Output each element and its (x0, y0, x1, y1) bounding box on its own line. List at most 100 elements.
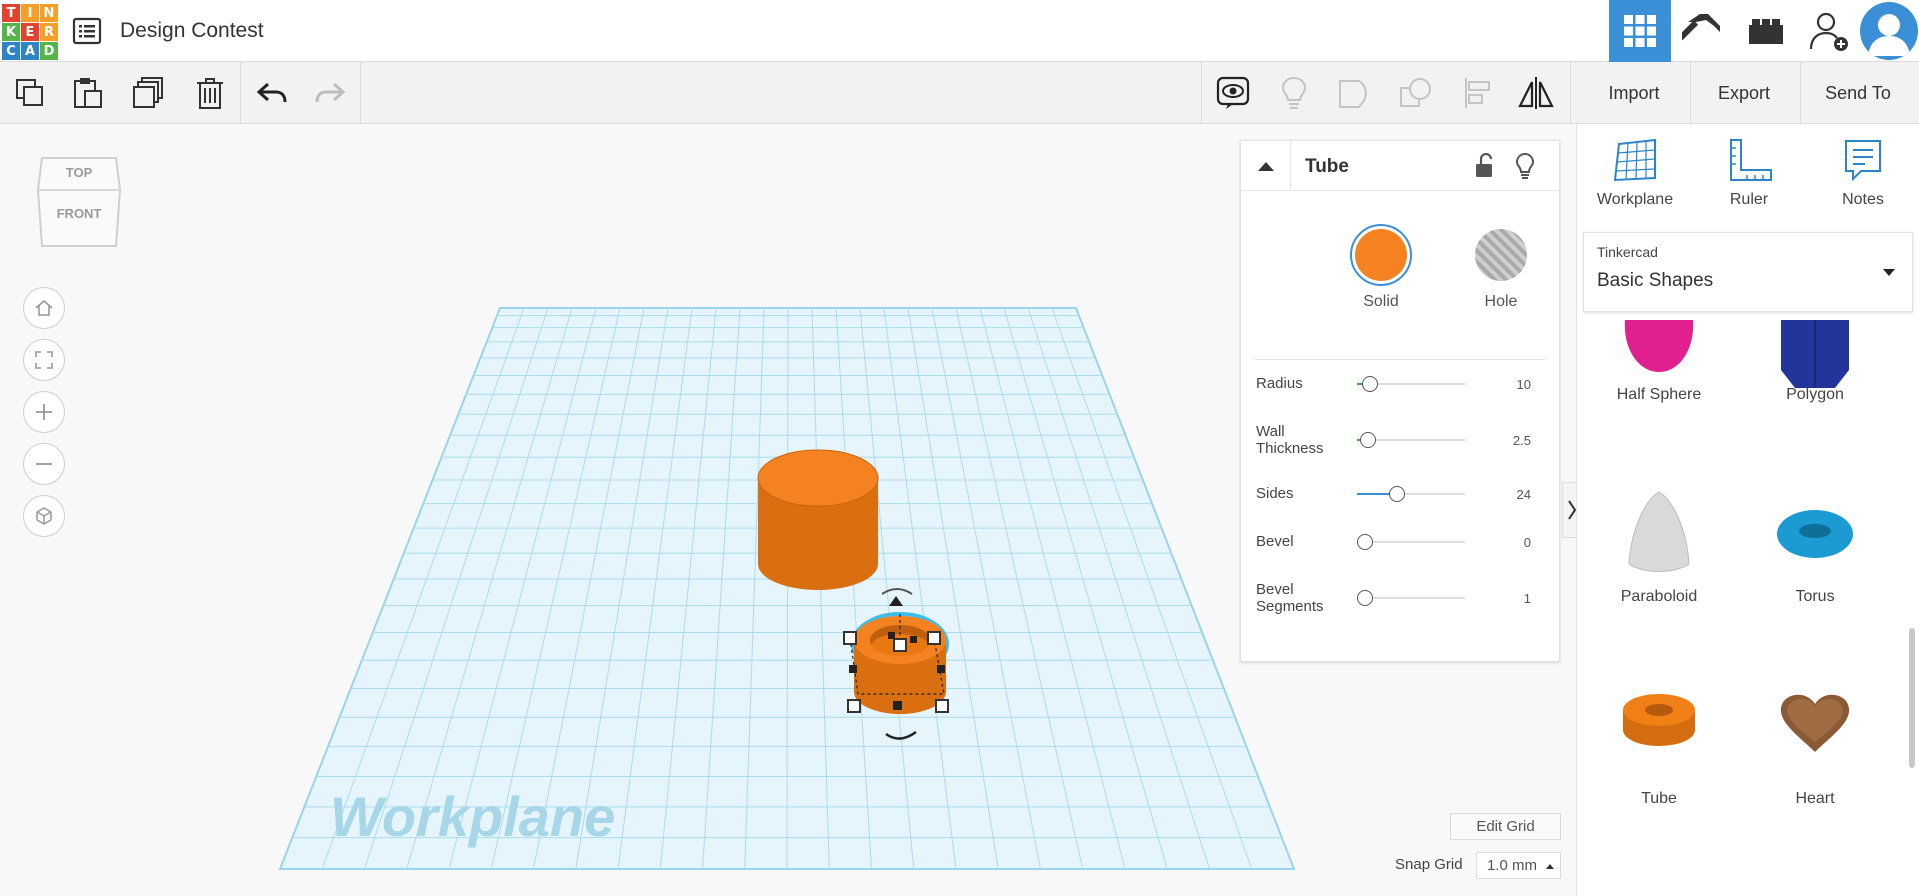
workplane-tool-label: Workplane (1596, 191, 1674, 208)
hole-label: Hole (1484, 293, 1518, 310)
view-cube[interactable]: TOP FRONT (34, 150, 124, 260)
copy-button[interactable] (10, 74, 50, 112)
shape-inspector: Tube Solid Hole Radius 10 Wall Thickness 2.… (1240, 140, 1560, 662)
property-slider[interactable] (1357, 432, 1465, 448)
notes-visibility-button[interactable] (1213, 74, 1253, 112)
show-hints-button[interactable] (1274, 74, 1314, 112)
align-button[interactable] (1458, 74, 1498, 112)
design-list-button[interactable] (72, 17, 102, 45)
shape-label: Tube (1641, 790, 1677, 807)
duplicate-button[interactable] (129, 74, 169, 112)
paste-button[interactable] (68, 74, 108, 112)
workplane-tool[interactable]: Workplane (1585, 138, 1685, 209)
shape-grid: Half Sphere Polygon Paraboloid Torus Tub… (1577, 320, 1919, 896)
delete-icon (197, 78, 223, 109)
caret-up-icon (1546, 863, 1555, 869)
property-slider[interactable] (1357, 534, 1465, 550)
add-user-icon (1809, 12, 1848, 51)
shape-list-scrollbar[interactable] (1909, 628, 1915, 768)
logo-letter: R (40, 23, 58, 41)
ruler-tool[interactable]: Ruler (1699, 138, 1799, 209)
shape-label: Heart (1795, 790, 1835, 807)
edit-grid-button[interactable]: Edit Grid (1450, 813, 1561, 840)
collapse-inspector-button[interactable] (1241, 141, 1291, 191)
user-avatar[interactable] (1860, 2, 1918, 60)
shape-label: Torus (1795, 588, 1835, 605)
export-button[interactable]: Export (1698, 74, 1790, 112)
logo-letter: C (2, 42, 20, 60)
group-button[interactable] (1334, 74, 1374, 112)
slider-knob[interactable] (1357, 590, 1373, 606)
3d-design-view-button[interactable] (1609, 0, 1671, 62)
unlock-icon (1476, 152, 1493, 177)
zoom-in-button[interactable] (23, 391, 65, 433)
ortho-view-button[interactable] (23, 495, 65, 537)
shape-library-select[interactable]: Tinkercad Basic Shapes (1583, 232, 1913, 312)
design-title[interactable]: Design Contest (120, 19, 264, 43)
mirror-button[interactable] (1516, 74, 1556, 112)
logo-letter: E (21, 23, 39, 41)
snap-grid-label: Snap Grid (1395, 856, 1463, 873)
undo-icon (256, 82, 287, 103)
redo-button[interactable] (310, 74, 350, 112)
snap-grid-select[interactable]: 1.0 mm (1476, 852, 1561, 879)
slider-knob[interactable] (1357, 534, 1373, 550)
home-view-button[interactable] (23, 287, 65, 329)
fit-view-button[interactable] (23, 339, 65, 381)
property-slider[interactable] (1357, 486, 1465, 502)
import-button[interactable]: Import (1590, 74, 1678, 112)
undo-button[interactable] (252, 74, 292, 112)
chevron-up-icon (1257, 162, 1274, 171)
lock-button[interactable] (1473, 152, 1495, 184)
notes-tool[interactable]: Notes (1813, 138, 1913, 209)
cylinder-shape[interactable] (757, 449, 879, 590)
solid-option[interactable] (1331, 223, 1431, 292)
tinkercad-logo[interactable]: TIN KER CAD (2, 4, 58, 60)
hole-swatch[interactable] (1469, 223, 1533, 287)
property-value[interactable]: 1 (1524, 591, 1531, 606)
hole-option[interactable] (1451, 223, 1551, 292)
snap-grid-value: 1.0 mm (1487, 857, 1538, 874)
bricks-icon (1749, 19, 1783, 44)
property-label: Wall Thickness (1256, 423, 1324, 457)
property-value[interactable]: 24 (1517, 487, 1531, 502)
slider-fill (1357, 493, 1390, 495)
chevron-right-icon (1567, 500, 1576, 520)
duplicate-icon (133, 77, 163, 108)
workplane-grid[interactable]: Workplane (278, 307, 1296, 870)
slider-knob[interactable] (1362, 376, 1379, 392)
shape-hints-button[interactable] (1515, 152, 1535, 185)
lightbulb-icon (1515, 152, 1535, 179)
grid-3d-icon (1624, 15, 1656, 47)
redo-icon (315, 82, 346, 103)
view-cube-front-face[interactable]: FRONT (34, 206, 124, 221)
property-value[interactable]: 2.5 (1513, 433, 1531, 448)
ruler-tool-label: Ruler (1729, 191, 1769, 208)
zoom-out-button[interactable] (23, 443, 65, 485)
right-side-panel: Workplane Ruler Notes Tinkercad Basic Sh… (1576, 124, 1919, 896)
ungroup-button[interactable] (1396, 74, 1436, 112)
property-slider[interactable] (1357, 376, 1465, 392)
property-value[interactable]: 10 (1517, 377, 1531, 392)
heart-icon (1780, 694, 1850, 752)
pickaxe-icon (1682, 14, 1720, 41)
property-value[interactable]: 0 (1524, 535, 1531, 550)
solid-label: Solid (1363, 293, 1399, 310)
invite-user-button[interactable] (1798, 0, 1860, 62)
view-cube-top-face[interactable]: TOP (34, 165, 124, 180)
send-to-button[interactable]: Send To (1808, 74, 1908, 112)
logo-letter: N (40, 4, 58, 22)
shape-label: Half Sphere (1616, 386, 1702, 403)
bricks-view-button[interactable] (1735, 0, 1797, 62)
copy-icon (16, 79, 43, 106)
slider-knob[interactable] (1389, 486, 1406, 502)
group-icon (1339, 80, 1367, 108)
inspector-header: Tube (1241, 141, 1559, 191)
delete-button[interactable] (190, 74, 230, 112)
minecraft-view-button[interactable] (1672, 0, 1734, 62)
avatar-icon (1868, 14, 1910, 56)
property-slider[interactable] (1357, 590, 1465, 606)
slider-knob[interactable] (1360, 432, 1377, 448)
zoom-out-icon (36, 463, 52, 465)
solid-color-swatch[interactable] (1349, 223, 1413, 287)
